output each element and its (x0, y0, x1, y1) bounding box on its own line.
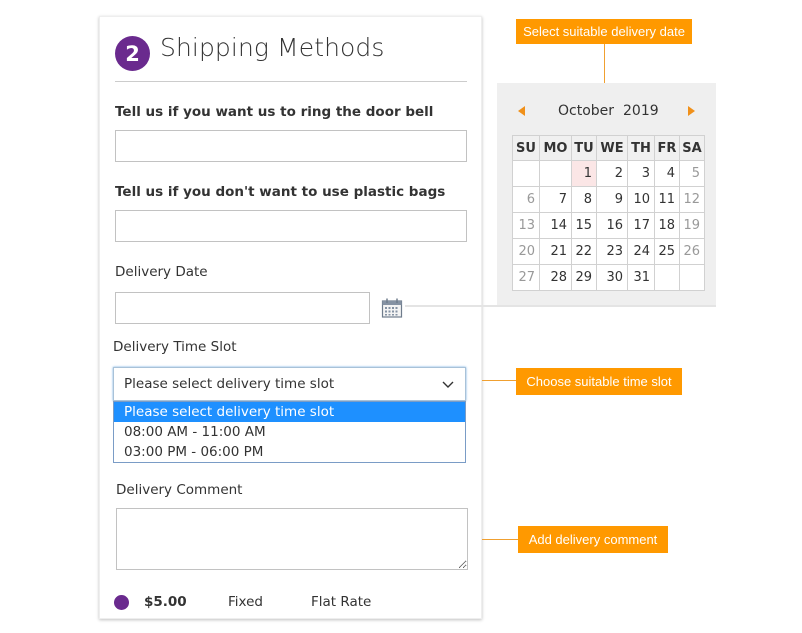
calendar-icon[interactable] (381, 297, 403, 319)
calendar-day[interactable]: 16 (596, 212, 628, 239)
calendar-day[interactable]: 23 (596, 238, 628, 265)
calendar-day[interactable]: 12 (679, 186, 705, 213)
time-slot-dropdown: Please select delivery time slot 08:00 A… (113, 401, 466, 463)
page-title: Shipping Methods (160, 33, 385, 62)
calendar-day[interactable]: 1 (571, 160, 597, 187)
next-month-icon[interactable] (688, 106, 695, 116)
calendar-day[interactable]: 3 (627, 160, 655, 187)
delivery-comment-label: Delivery Comment (116, 482, 243, 498)
calendar-week-row: 12345 (512, 160, 705, 187)
time-slot-selected-value: Please select delivery time slot (124, 376, 335, 392)
step-number-badge: 2 (115, 36, 150, 71)
calendar-day[interactable]: 24 (627, 238, 655, 265)
delivery-comment-textarea[interactable] (116, 508, 468, 570)
shipping-method-row[interactable]: $5.00 Fixed Flat Rate (100, 591, 481, 613)
datepicker-grid: SU MO TU WE TH FR SA 1 2 3 4 5 6 7 8 9 10 11 12 13 14 15 16 17… (512, 135, 705, 291)
shipping-method-radio[interactable] (114, 595, 129, 610)
calendar-day[interactable]: 11 (654, 186, 680, 213)
weekday-header: SA (679, 135, 705, 161)
weekday-header: TH (627, 135, 655, 161)
calendar-day[interactable]: 25 (654, 238, 680, 265)
calendar-day[interactable]: 9 (596, 186, 628, 213)
prev-month-icon[interactable] (518, 106, 525, 116)
callout-date-connector (604, 44, 605, 83)
calendar-day[interactable]: 18 (654, 212, 680, 239)
calendar-day[interactable]: 10 (627, 186, 655, 213)
calendar-empty-cell (654, 264, 680, 291)
weekday-header: MO (539, 135, 572, 161)
calendar-day[interactable]: 20 (512, 238, 540, 265)
calendar-day[interactable]: 2 (596, 160, 628, 187)
method-type: Fixed (228, 594, 263, 610)
calendar-day[interactable]: 19 (679, 212, 705, 239)
calendar-day[interactable]: 26 (679, 238, 705, 265)
calendar-day[interactable]: 22 (571, 238, 597, 265)
weekday-header: TU (571, 135, 597, 161)
calendar-day[interactable]: 21 (539, 238, 572, 265)
door-bell-input[interactable] (115, 130, 467, 162)
callout-choose-time-slot: Choose suitable time slot (516, 368, 682, 395)
plastic-bags-input[interactable] (115, 210, 467, 242)
calendar-day[interactable]: 29 (571, 264, 597, 291)
calendar-day[interactable]: 17 (627, 212, 655, 239)
calendar-day[interactable]: 8 (571, 186, 597, 213)
calendar-day[interactable]: 6 (512, 186, 540, 213)
calendar-week-row: 20 21 22 23 24 25 26 (512, 238, 705, 265)
callout-time-connector (482, 380, 516, 381)
chevron-down-icon (442, 381, 454, 388)
datepicker-year[interactable]: 2019 (623, 103, 659, 119)
calendar-week-row: 27 28 29 30 31 (512, 264, 705, 291)
callout-select-date: Select suitable delivery date (516, 19, 692, 44)
calendar-week-row: 6 7 8 9 10 11 12 (512, 186, 705, 213)
time-slot-select[interactable]: Please select delivery time slot (113, 367, 466, 401)
callout-add-comment: Add delivery comment (518, 526, 668, 553)
delivery-date-input[interactable] (115, 292, 370, 324)
plastic-bags-label: Tell us if you don't want to use plastic… (115, 184, 446, 200)
calendar-day[interactable]: 7 (539, 186, 572, 213)
calendar-empty-cell (679, 264, 705, 291)
datepicker-header: October 2019 (497, 101, 716, 121)
calendar-empty-cell (539, 160, 572, 187)
time-slot-option[interactable]: 03:00 PM - 06:00 PM (114, 442, 465, 462)
weekday-header: FR (654, 135, 680, 161)
weekday-header: WE (596, 135, 628, 161)
calendar-connector-line (405, 305, 716, 307)
method-price: $5.00 (144, 594, 187, 610)
calendar-empty-cell (512, 160, 540, 187)
calendar-day[interactable]: 27 (512, 264, 540, 291)
time-slot-label: Delivery Time Slot (113, 339, 237, 355)
callout-comment-connector (482, 539, 518, 540)
calendar-day[interactable]: 31 (627, 264, 655, 291)
method-carrier: Flat Rate (311, 594, 372, 610)
calendar-day[interactable]: 28 (539, 264, 572, 291)
calendar-day[interactable]: 13 (512, 212, 540, 239)
time-slot-option[interactable]: Please select delivery time slot (114, 402, 465, 422)
weekday-header: SU (512, 135, 540, 161)
calendar-day[interactable]: 4 (654, 160, 680, 187)
title-divider (115, 81, 467, 82)
calendar-day[interactable]: 5 (679, 160, 705, 187)
datepicker-panel: October 2019 SU MO TU WE TH FR SA 1 2 3 4 5 6 7 8 9 10 1… (497, 83, 716, 305)
shipping-methods-card: 2 Shipping Methods Tell us if you want u… (99, 16, 482, 619)
time-slot-option[interactable]: 08:00 AM - 11:00 AM (114, 422, 465, 442)
calendar-day[interactable]: 15 (571, 212, 597, 239)
door-bell-label: Tell us if you want us to ring the door … (115, 104, 434, 120)
calendar-week-row: 13 14 15 16 17 18 19 (512, 212, 705, 239)
calendar-day[interactable]: 14 (539, 212, 572, 239)
datepicker-month[interactable]: October (558, 103, 614, 119)
delivery-date-label: Delivery Date (115, 264, 208, 280)
calendar-day[interactable]: 30 (596, 264, 628, 291)
